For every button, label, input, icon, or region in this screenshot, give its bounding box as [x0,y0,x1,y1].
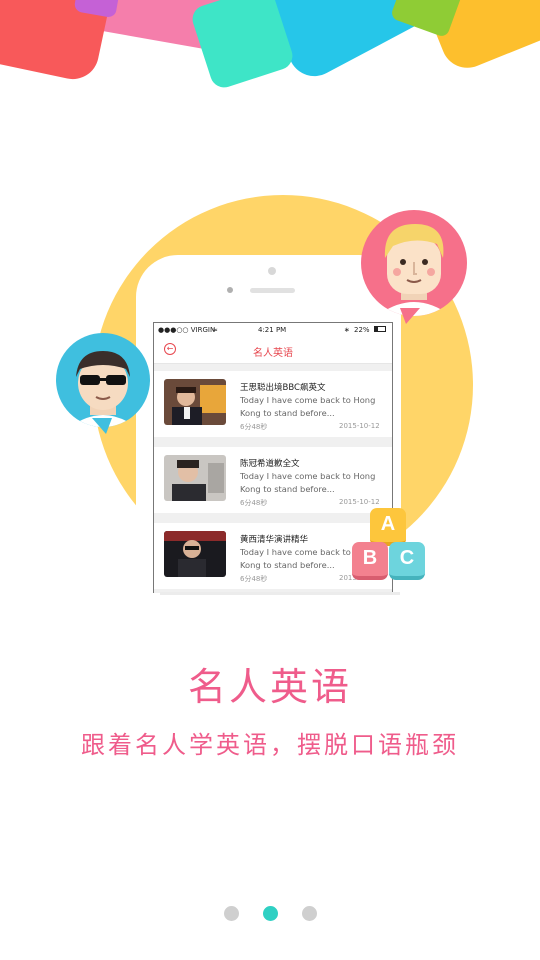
nav-bar: ← 名人英语 [154,337,392,364]
speech-tail-icon [400,308,420,324]
thumbnail-image [164,531,226,577]
phone-camera [227,287,233,293]
status-time: 4:21 PM [258,326,287,334]
item-title: 王思聪出境BBC飙英文 [240,383,326,393]
letter-block-a: A [370,508,406,546]
page-subtitle: 跟着名人学英语，摆脱口语瓶颈 [81,731,459,759]
letter-block-b: B [352,542,388,580]
phone-shadow [160,592,400,595]
item-duration: 6分48秒 [240,499,268,507]
speech-tail-icon [92,418,112,434]
item-title: 陈冠希道歉全文 [240,459,300,469]
phone-speaker [250,288,295,293]
item-date: 2015-10-12 [339,422,380,430]
item-duration: 6分48秒 [240,423,268,431]
item-description: Today I have come back to Hong Kong to s… [240,471,376,494]
thumbnail-image [164,455,226,501]
page-indicator [0,906,540,922]
item-title: 黄西清华演讲精华 [240,535,309,545]
page-dot[interactable] [223,906,239,921]
item-duration: 6分48秒 [240,575,268,583]
item-description: Today I have come back to Hong Kong to s… [240,395,376,418]
bluetooth-icon: ∗ [344,326,350,334]
page-title: 名人英语 [187,665,352,709]
letter-block-c: C [389,542,425,580]
nav-title: 名人英语 [253,348,293,359]
sunglasses-man-avatar [56,333,150,427]
blond-man-avatar [361,210,467,316]
phone-earpiece [268,267,276,275]
item-date: 2015-10-12 [339,498,380,506]
page-dot[interactable] [301,906,317,921]
wifi-icon: ≈ [212,326,218,334]
carrier-text: ●●●○○ VIRGIN [158,326,216,334]
list-item[interactable]: 王思聪出境BBC飙英文 Today I have come back to Ho… [154,371,392,437]
battery-icon [374,326,386,332]
thumbnail-image [164,379,226,425]
list-item[interactable]: 陈冠希道歉全文 Today I have come back to Hong K… [154,447,392,513]
battery-percent: 22% [354,326,370,334]
status-bar: ●●●○○ VIRGIN ≈ 4:21 PM ∗ 22% [154,323,392,337]
page-dot-active[interactable] [262,906,278,921]
